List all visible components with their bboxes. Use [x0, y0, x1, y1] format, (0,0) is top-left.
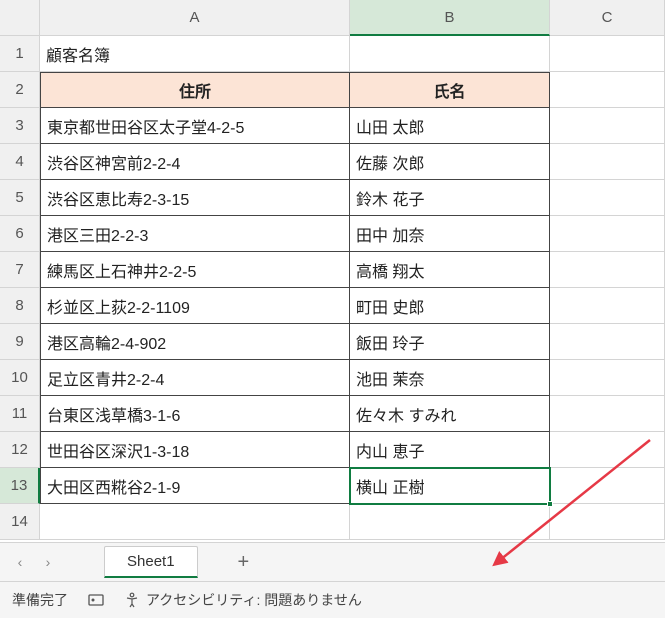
row-header-9[interactable]: 9 [0, 324, 40, 360]
cell-B7[interactable]: 高橋 翔太 [350, 252, 550, 288]
cell-A11[interactable]: 台東区浅草橋3-1-6 [40, 396, 350, 432]
fill-handle[interactable] [547, 501, 553, 507]
cell-A2[interactable]: 住所 [40, 72, 350, 108]
cell-C9[interactable] [550, 324, 665, 360]
col-header-B[interactable]: B [350, 0, 550, 36]
next-sheet-button[interactable]: › [36, 550, 60, 574]
cell-A8[interactable]: 杉並区上荻2-2-1109 [40, 288, 350, 324]
macro-record-icon[interactable] [86, 590, 106, 610]
cell-B9[interactable]: 飯田 玲子 [350, 324, 550, 360]
sheet-tab-active[interactable]: Sheet1 [104, 546, 198, 578]
cell-B11[interactable]: 佐々木 すみれ [350, 396, 550, 432]
cell-C8[interactable] [550, 288, 665, 324]
cell-A12[interactable]: 世田谷区深沢1-3-18 [40, 432, 350, 468]
cell-C4[interactable] [550, 144, 665, 180]
cell-A9[interactable]: 港区高輪2-4-902 [40, 324, 350, 360]
cell-B1[interactable] [350, 36, 550, 72]
cell-B10[interactable]: 池田 茉奈 [350, 360, 550, 396]
sheet-tab-strip: ‹ › Sheet1 + [0, 542, 665, 582]
cell-A3[interactable]: 東京都世田谷区太子堂4-2-5 [40, 108, 350, 144]
cell-A7[interactable]: 練馬区上石神井2-2-5 [40, 252, 350, 288]
col-header-A[interactable]: A [40, 0, 350, 36]
row-header-6[interactable]: 6 [0, 216, 40, 252]
cell-C12[interactable] [550, 432, 665, 468]
row-header-13[interactable]: 13 [0, 468, 40, 504]
row-header-8[interactable]: 8 [0, 288, 40, 324]
status-accessibility[interactable]: アクセシビリティ: 問題ありません [124, 590, 362, 610]
row-header-3[interactable]: 3 [0, 108, 40, 144]
cell-C6[interactable] [550, 216, 665, 252]
cell-B4[interactable]: 佐藤 次郎 [350, 144, 550, 180]
col-header-C[interactable]: C [550, 0, 665, 36]
cell-B3[interactable]: 山田 太郎 [350, 108, 550, 144]
cell-C10[interactable] [550, 360, 665, 396]
cell-B5[interactable]: 鈴木 花子 [350, 180, 550, 216]
cell-C3[interactable] [550, 108, 665, 144]
cell-A14[interactable] [40, 504, 350, 540]
cell-A4[interactable]: 渋谷区神宮前2-2-4 [40, 144, 350, 180]
cell-A5[interactable]: 渋谷区恵比寿2-3-15 [40, 180, 350, 216]
row-header-4[interactable]: 4 [0, 144, 40, 180]
row-header-14[interactable]: 14 [0, 504, 40, 540]
status-ready: 準備完了 [12, 590, 68, 610]
row-header-1[interactable]: 1 [0, 36, 40, 72]
cell-B14[interactable] [350, 504, 550, 540]
cell-C11[interactable] [550, 396, 665, 432]
cell-B6[interactable]: 田中 加奈 [350, 216, 550, 252]
select-all-corner[interactable] [0, 0, 40, 36]
cell-C2[interactable] [550, 72, 665, 108]
spreadsheet-grid[interactable]: ABC 1顧客名簿2住所氏名 3東京都世田谷区太子堂4-2-5山田 太郎 4渋谷区神宮… [0, 0, 665, 540]
cell-A1[interactable]: 顧客名簿 [40, 36, 350, 72]
row-header-10[interactable]: 10 [0, 360, 40, 396]
cell-B8[interactable]: 町田 史郎 [350, 288, 550, 324]
cell-C14[interactable] [550, 504, 665, 540]
cell-C5[interactable] [550, 180, 665, 216]
prev-sheet-button[interactable]: ‹ [8, 550, 32, 574]
cell-A6[interactable]: 港区三田2-2-3 [40, 216, 350, 252]
row-header-11[interactable]: 11 [0, 396, 40, 432]
status-bar: 準備完了 アクセシビリティ: 問題ありません [0, 582, 665, 618]
accessibility-icon [124, 592, 140, 608]
add-sheet-button[interactable]: + [238, 551, 250, 574]
row-header-12[interactable]: 12 [0, 432, 40, 468]
row-header-2[interactable]: 2 [0, 72, 40, 108]
cell-C13[interactable] [550, 468, 665, 504]
cell-C7[interactable] [550, 252, 665, 288]
cell-B2[interactable]: 氏名 [350, 72, 550, 108]
row-header-5[interactable]: 5 [0, 180, 40, 216]
cell-A10[interactable]: 足立区青井2-2-4 [40, 360, 350, 396]
cell-B13[interactable]: 横山 正樹 [350, 468, 550, 504]
cell-B12[interactable]: 内山 恵子 [350, 432, 550, 468]
row-header-7[interactable]: 7 [0, 252, 40, 288]
cell-A13[interactable]: 大田区西糀谷2-1-9 [40, 468, 350, 504]
cell-C1[interactable] [550, 36, 665, 72]
